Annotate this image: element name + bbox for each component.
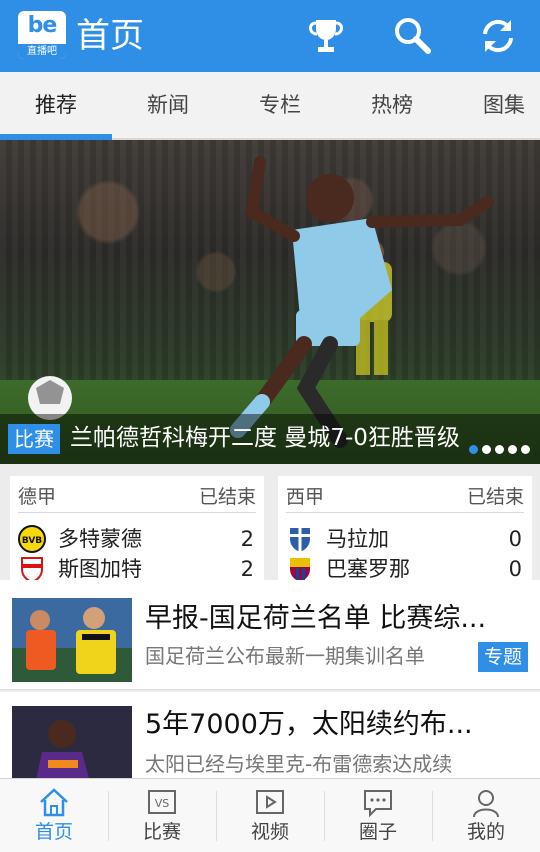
home-team-row: 马拉加 0 <box>286 524 522 554</box>
nav-profile[interactable]: 我的 <box>432 779 540 852</box>
home-team-name: 多特蒙德 <box>58 527 142 551</box>
nav-label: 圈子 <box>358 821 397 843</box>
carousel-dot[interactable] <box>469 445 478 454</box>
away-team-name: 斯图加特 <box>58 557 142 580</box>
nav-label: 视频 <box>250 821 289 843</box>
barcelona-crest-icon <box>290 558 310 580</box>
news-description: 太阳已经与埃里克-布雷德索达成续 <box>145 752 453 776</box>
carousel-dot[interactable] <box>495 445 504 454</box>
carousel-dots <box>469 445 530 454</box>
nav-circle[interactable]: 圈子 <box>324 779 432 852</box>
news-title: 5年7000万，太阳续约布... <box>145 709 473 740</box>
carousel-dot[interactable] <box>521 445 530 454</box>
nav-label: 比赛 <box>142 821 181 843</box>
score-cards: 德甲 已结束 BVB 多特蒙德 2 斯图加特 2 西甲 已结束 马拉加 0 巴塞… <box>0 464 540 580</box>
carousel-dot[interactable] <box>482 445 491 454</box>
video-icon <box>256 790 284 814</box>
away-team-name: 巴塞罗那 <box>326 557 410 580</box>
topic-tag[interactable]: 专题 <box>477 642 528 672</box>
bottom-navigation: 首页 VS 比赛 视频 圈子 我的 <box>0 778 540 852</box>
tab-hot[interactable]: 热榜 <box>336 72 448 138</box>
logo-mark: be <box>27 13 58 38</box>
svg-text:BVB: BVB <box>22 536 42 546</box>
tab-gallery[interactable]: 图集 <box>448 72 540 138</box>
match-card[interactable]: 德甲 已结束 BVB 多特蒙德 2 斯图加特 2 <box>10 476 264 580</box>
tab-column[interactable]: 专栏 <box>224 72 336 138</box>
app-logo[interactable]: be 直播吧 <box>18 11 66 59</box>
news-description: 国足荷兰公布最新一期集训名单 <box>145 644 425 668</box>
nav-video[interactable]: 视频 <box>216 779 324 852</box>
dortmund-crest-icon: BVB <box>18 525 46 553</box>
trophy-icon[interactable] <box>304 14 348 58</box>
tab-recommend[interactable]: 推荐 <box>0 72 112 138</box>
match-status: 已结束 <box>466 486 524 508</box>
nav-match[interactable]: VS 比赛 <box>108 779 216 852</box>
match-status: 已结束 <box>198 486 256 508</box>
logo-subtitle: 直播吧 <box>18 44 66 59</box>
stuttgart-crest-icon <box>21 557 43 580</box>
home-team-row: BVB 多特蒙德 2 <box>18 524 254 554</box>
page-title: 首页 <box>76 16 144 56</box>
news-title: 早报-国足荷兰名单 比赛综... <box>145 603 487 634</box>
news-thumbnail <box>12 598 132 682</box>
card-divider <box>18 512 256 513</box>
vs-icon: VS <box>148 790 176 814</box>
match-league: 德甲 <box>18 486 57 508</box>
card-divider <box>286 512 524 513</box>
home-team-score: 0 <box>508 527 522 551</box>
carousel-dot[interactable] <box>508 445 517 454</box>
away-team-score: 2 <box>240 557 254 580</box>
hero-title[interactable]: 兰帕德哲科梅开二度 曼城7-0狂胜晋级 <box>70 418 460 458</box>
refresh-icon[interactable] <box>476 14 520 58</box>
tab-news[interactable]: 新闻 <box>112 72 224 138</box>
nav-home[interactable]: 首页 <box>0 779 108 852</box>
nav-label: 首页 <box>34 821 73 843</box>
match-league: 西甲 <box>286 486 325 508</box>
home-team-score: 2 <box>240 527 254 551</box>
hero-carousel[interactable]: 比赛 兰帕德哲科梅开二度 曼城7-0狂胜晋级 <box>0 140 540 464</box>
svg-text:VS: VS <box>155 797 170 810</box>
nav-label: 我的 <box>466 821 505 843</box>
home-icon <box>40 788 68 817</box>
app-header: be 直播吧 首页 <box>0 0 540 72</box>
hero-badge: 比赛 <box>8 424 60 454</box>
chat-icon <box>364 790 392 818</box>
news-item[interactable]: 早报-国足荷兰名单 比赛综... 国足荷兰公布最新一期集训名单 专题 <box>0 580 540 690</box>
away-team-row: 巴塞罗那 0 <box>286 554 522 580</box>
home-team-name: 马拉加 <box>326 527 389 551</box>
away-team-row: 斯图加特 2 <box>18 554 254 580</box>
away-team-score: 0 <box>508 557 522 580</box>
category-tabs: 推荐 新闻 专栏 热榜 图集 <box>0 72 540 140</box>
user-icon <box>473 790 499 818</box>
search-icon[interactable] <box>390 14 434 58</box>
match-card[interactable]: 西甲 已结束 马拉加 0 巴塞罗那 0 <box>278 476 532 580</box>
malaga-crest-icon <box>290 528 310 552</box>
